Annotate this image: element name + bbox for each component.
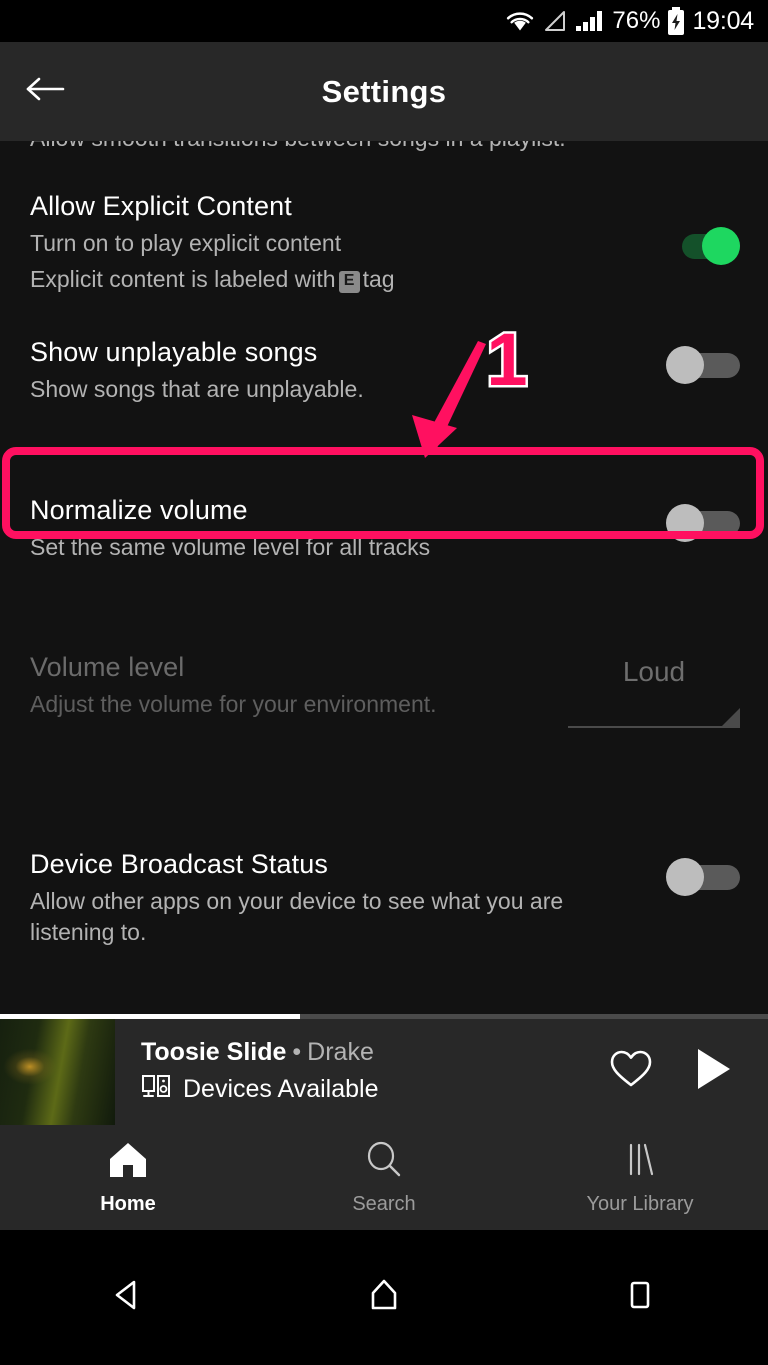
toggle-device-broadcast-status[interactable] (666, 858, 740, 896)
android-recents-icon (620, 1275, 660, 1320)
toggle-allow-explicit-content[interactable] (666, 227, 740, 265)
volume-level-spinner[interactable]: Loud (568, 656, 740, 728)
nav-item-your-library-label: Your Library (586, 1192, 694, 1215)
phone-screen: 76% 19:04 Settings Allow smooth transiti (0, 0, 768, 1365)
row-text: Volume level Adjust the volume for your … (30, 650, 568, 720)
signal-bars-icon (575, 9, 605, 33)
library-icon (618, 1140, 662, 1185)
row-text: Show unplayable songs Show songs that ar… (30, 335, 666, 405)
track-line: Toosie Slide • Drake (141, 1036, 608, 1068)
explicit-desc-suffix: tag (362, 266, 395, 292)
row-title: Show unplayable songs (30, 337, 318, 367)
track-separator: • (292, 1038, 302, 1066)
nav-item-home[interactable]: Home (0, 1140, 256, 1216)
android-back-button[interactable] (68, 1230, 188, 1365)
status-bar: 76% 19:04 (0, 0, 768, 42)
android-recents-button[interactable] (580, 1230, 700, 1365)
row-description: Show songs that are unplayable. (30, 376, 364, 402)
track-title: Toosie Slide (141, 1038, 287, 1066)
clipped-crossfade-description: Allow smooth transitions between songs i… (0, 141, 768, 152)
row-title: Volume level (30, 652, 185, 682)
playback-progress-track[interactable] (0, 1014, 768, 1019)
now-playing-bar[interactable]: Toosie Slide • Drake Devices Available (0, 1014, 768, 1125)
toggle-show-unplayable-songs[interactable] (666, 346, 740, 384)
row-text: Device Broadcast Status Allow other apps… (30, 847, 666, 948)
toggle-thumb (666, 504, 704, 542)
wifi-icon (505, 9, 535, 33)
toggle-thumb (666, 858, 704, 896)
battery-charging-icon (667, 7, 685, 35)
explicit-desc-prefix: Explicit content is labeled with (30, 266, 336, 292)
home-icon (106, 1140, 150, 1185)
now-playing-actions (608, 1046, 768, 1097)
settings-list[interactable]: Allow smooth transitions between songs i… (0, 141, 768, 1017)
volume-level-value: Loud (622, 656, 686, 687)
clock-label: 19:04 (692, 6, 754, 35)
row-description-line2: Explicit content is labeled with Etag (30, 264, 648, 295)
android-home-button[interactable] (324, 1230, 444, 1365)
setting-row-volume-level: Volume level Adjust the volume for your … (0, 650, 768, 728)
setting-row-show-unplayable-songs[interactable]: Show unplayable songs Show songs that ar… (0, 335, 768, 405)
row-description: Set the same volume level for all tracks (30, 534, 431, 560)
playback-progress-fill (0, 1014, 300, 1019)
toggle-thumb (666, 346, 704, 384)
app-header: Settings (0, 42, 768, 141)
signal-triangle-icon (542, 9, 568, 33)
page-title: Settings (321, 73, 447, 109)
nav-item-search-label: Search (352, 1192, 416, 1215)
setting-row-normalize-volume[interactable]: Normalize volume Set the same volume lev… (0, 493, 768, 563)
dropdown-caret-icon (722, 708, 740, 726)
track-artist: Drake (307, 1038, 374, 1066)
row-text: Allow Explicit Content Turn on to play e… (30, 189, 666, 295)
android-home-icon (364, 1275, 404, 1320)
setting-row-allow-explicit-content[interactable]: Allow Explicit Content Turn on to play e… (0, 189, 768, 295)
now-playing-text: Toosie Slide • Drake Devices Available (115, 1036, 608, 1106)
spinner-underline (568, 726, 740, 728)
devices-line[interactable]: Devices Available (141, 1073, 608, 1106)
row-description-line1: Turn on to play explicit content (30, 230, 342, 256)
search-icon (362, 1140, 406, 1185)
nav-item-your-library[interactable]: Your Library (512, 1140, 768, 1216)
heart-outline-icon[interactable] (608, 1048, 654, 1095)
row-description: Allow other apps on your device to see w… (30, 888, 564, 945)
devices-icon (141, 1073, 171, 1106)
android-navigation-bar (0, 1230, 768, 1365)
toggle-thumb (702, 227, 740, 265)
row-description: Adjust the volume for your environment. (30, 691, 437, 717)
row-title: Device Broadcast Status (30, 849, 328, 879)
row-text: Normalize volume Set the same volume lev… (30, 493, 666, 563)
explicit-tag-icon: E (338, 271, 360, 293)
row-title: Normalize volume (30, 495, 248, 525)
devices-available-label: Devices Available (183, 1075, 379, 1103)
battery-percent-label: 76% (612, 7, 661, 34)
nav-item-home-label: Home (100, 1192, 156, 1215)
play-icon[interactable] (692, 1046, 734, 1097)
toggle-normalize-volume[interactable] (666, 504, 740, 542)
album-art-thumbnail[interactable] (0, 1017, 115, 1125)
setting-row-device-broadcast-status[interactable]: Device Broadcast Status Allow other apps… (0, 847, 768, 948)
bottom-navigation: Home Search Your Library (0, 1125, 768, 1230)
row-title: Allow Explicit Content (30, 191, 292, 221)
android-back-icon (108, 1275, 148, 1320)
nav-item-search[interactable]: Search (256, 1140, 512, 1216)
